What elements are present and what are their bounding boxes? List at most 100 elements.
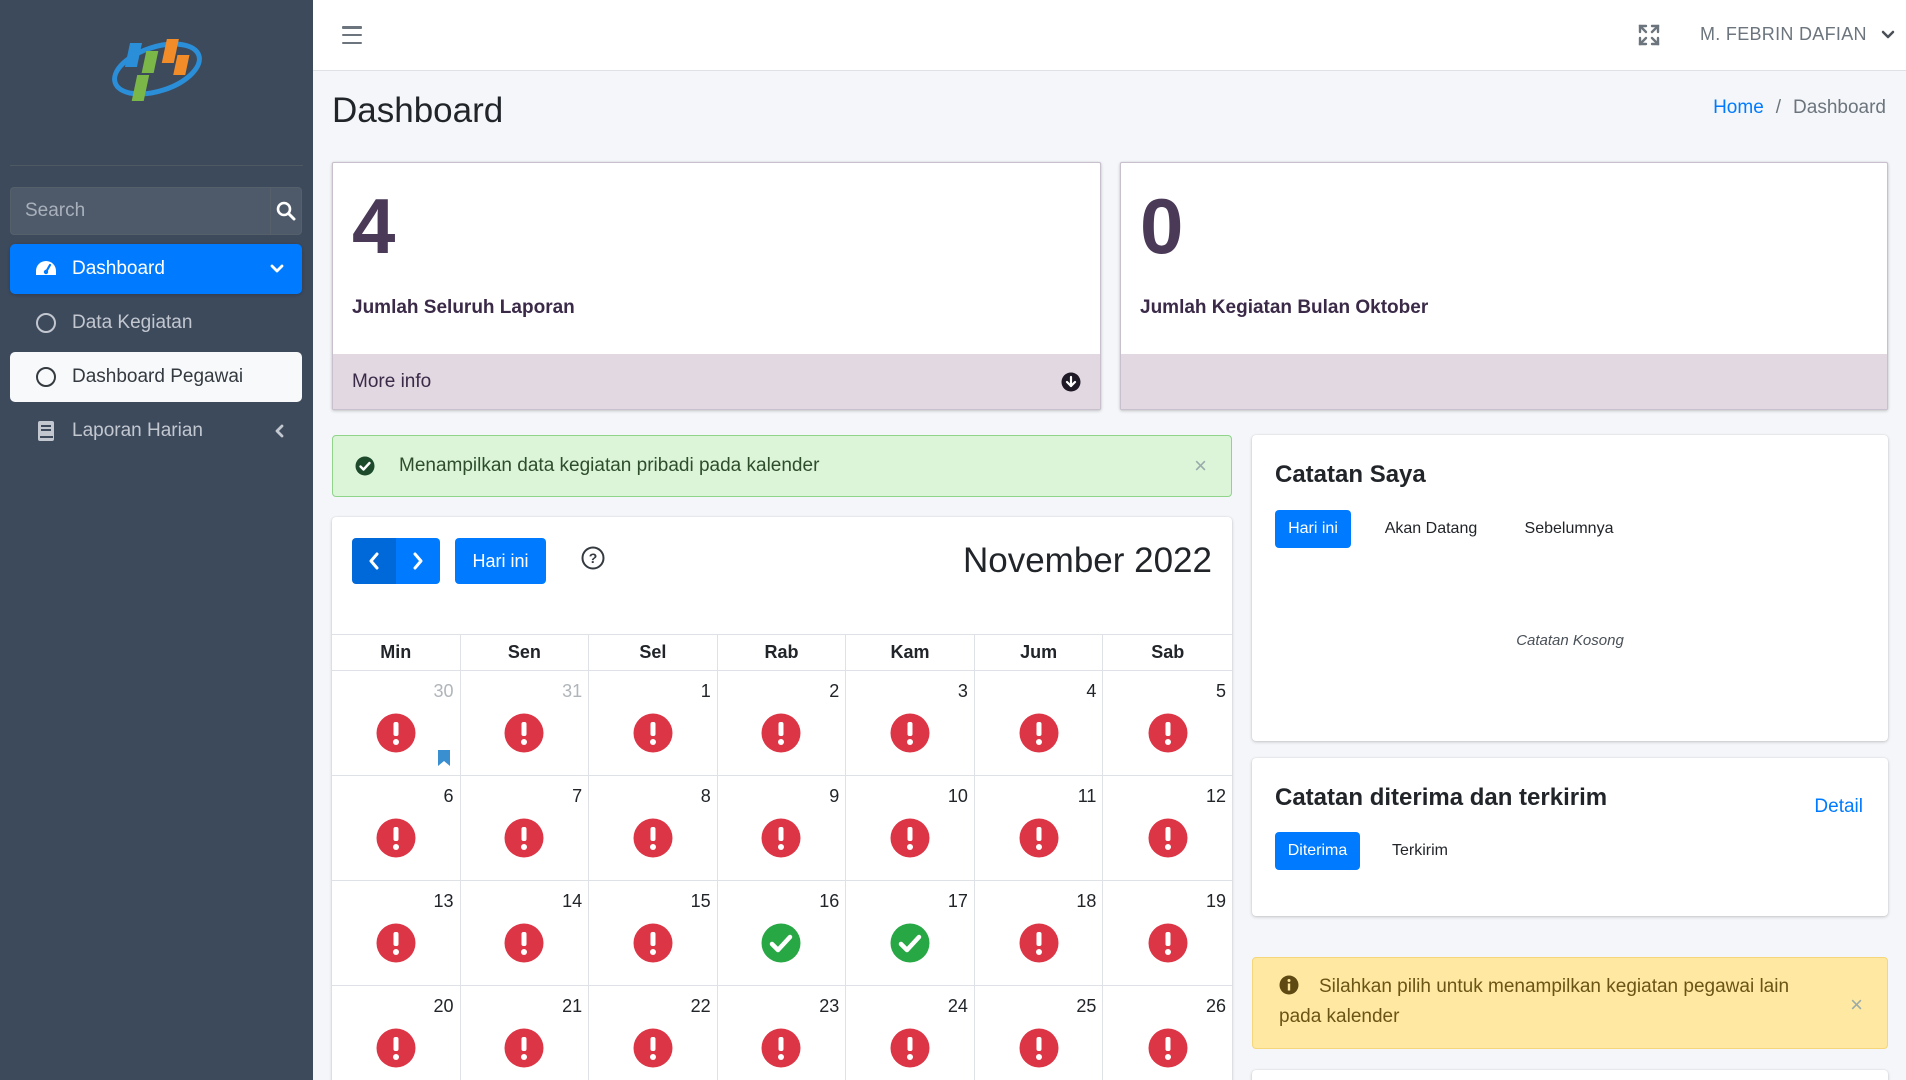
exclamation-circle-icon[interactable] (376, 713, 416, 753)
circle-icon (34, 365, 58, 389)
tab-received[interactable]: Diterima (1275, 832, 1360, 870)
exclamation-circle-icon[interactable] (890, 818, 930, 858)
more-info-link[interactable]: More info (333, 354, 1100, 409)
calendar-prev-button[interactable] (352, 538, 396, 584)
calendar-day[interactable]: 16 (718, 881, 847, 985)
exclamation-circle-icon[interactable] (504, 923, 544, 963)
calendar-day[interactable]: 25 (975, 986, 1104, 1080)
exclamation-circle-icon[interactable] (504, 818, 544, 858)
exclamation-circle-icon[interactable] (633, 713, 673, 753)
search-input[interactable] (10, 187, 270, 235)
exclamation-circle-icon[interactable] (761, 1028, 801, 1068)
calendar-day[interactable]: 31 (461, 671, 590, 775)
calendar-day[interactable]: 3 (846, 671, 975, 775)
user-menu[interactable]: M. FEBRIN DAFIAN (1700, 24, 1895, 45)
day-number: 18 (1076, 891, 1097, 911)
calendar-day[interactable]: 13 (332, 881, 461, 985)
fullscreen-icon[interactable] (1638, 24, 1660, 46)
exclamation-circle-icon[interactable] (761, 818, 801, 858)
exclamation-circle-icon[interactable] (1019, 818, 1059, 858)
sidebar-item-dashboard-pegawai[interactable]: Dashboard Pegawai (10, 352, 302, 402)
day-number: 26 (1205, 996, 1226, 1016)
calendar-day[interactable]: 22 (589, 986, 718, 1080)
sidebar-item-label: Data Kegiatan (72, 312, 193, 333)
calendar-next-button[interactable] (396, 538, 440, 584)
sidebar-item-data-kegiatan[interactable]: Data Kegiatan (10, 298, 302, 348)
calendar-day[interactable]: 11 (975, 776, 1104, 880)
sidebar-item-dashboard[interactable]: Dashboard (10, 244, 302, 294)
check-circle-icon[interactable] (761, 923, 801, 963)
tab-previous[interactable]: Sebelumnya (1510, 510, 1628, 548)
check-circle-icon[interactable] (890, 923, 930, 963)
exclamation-circle-icon[interactable] (376, 818, 416, 858)
calendar-day[interactable]: 14 (461, 881, 590, 985)
calendar-day[interactable]: 9 (718, 776, 847, 880)
calendar-day[interactable]: 30 (332, 671, 461, 775)
calendar-day[interactable]: 6 (332, 776, 461, 880)
calendar-day[interactable]: 12 (1103, 776, 1232, 880)
tab-sent[interactable]: Terkirim (1378, 832, 1462, 870)
calendar-day[interactable]: 20 (332, 986, 461, 1080)
day-number: 23 (819, 996, 840, 1016)
exclamation-circle-icon[interactable] (633, 1028, 673, 1068)
calendar-day[interactable]: 2 (718, 671, 847, 775)
book-icon (34, 419, 58, 443)
alert-text: Silahkan pilih untuk menampilkan kegiata… (1279, 976, 1790, 1027)
calendar-week: 30 31 1 2 3 4 5 (332, 671, 1232, 776)
day-number: 17 (947, 891, 968, 911)
bps-logo[interactable] (105, 29, 209, 113)
calendar-day[interactable]: 18 (975, 881, 1104, 985)
exclamation-circle-icon[interactable] (890, 713, 930, 753)
exclamation-circle-icon[interactable] (633, 923, 673, 963)
bookmark-icon[interactable] (437, 749, 451, 767)
exclamation-circle-icon[interactable] (1148, 818, 1188, 858)
exclamation-circle-icon[interactable] (504, 713, 544, 753)
close-icon[interactable]: × (1194, 453, 1207, 479)
calendar-day[interactable]: 15 (589, 881, 718, 985)
tab-today[interactable]: Hari ini (1275, 510, 1351, 548)
stat-box-monthly-activities: 0 Jumlah Kegiatan Bulan Oktober (1120, 162, 1888, 410)
calendar-today-button[interactable]: Hari ini (455, 538, 546, 584)
calendar-weekday-header: Min Sen Sel Rab Kam Jum Sab (332, 634, 1232, 671)
calendar-week: 20 21 22 23 24 25 26 (332, 986, 1232, 1080)
exclamation-circle-icon[interactable] (1148, 1028, 1188, 1068)
calendar-day[interactable]: 21 (461, 986, 590, 1080)
exclamation-circle-icon[interactable] (1019, 923, 1059, 963)
exclamation-circle-icon[interactable] (1019, 1028, 1059, 1068)
exclamation-circle-icon[interactable] (1019, 713, 1059, 753)
exclamation-circle-icon[interactable] (376, 1028, 416, 1068)
calendar-day[interactable]: 26 (1103, 986, 1232, 1080)
sidebar-item-laporan-harian[interactable]: Laporan Harian (10, 406, 302, 456)
calendar-day[interactable]: 4 (975, 671, 1104, 775)
day-number: 8 (700, 786, 711, 806)
detail-link[interactable]: Detail (1814, 796, 1863, 818)
calendar-day[interactable]: 7 (461, 776, 590, 880)
calendar-day[interactable]: 1 (589, 671, 718, 775)
close-icon[interactable]: × (1850, 990, 1863, 1020)
exclamation-circle-icon[interactable] (1148, 923, 1188, 963)
tab-upcoming[interactable]: Akan Datang (1372, 510, 1490, 548)
search-button[interactable] (270, 187, 302, 235)
calendar-day[interactable]: 23 (718, 986, 847, 1080)
calendar-title: November 2022 (962, 541, 1212, 580)
breadcrumb-home-link[interactable]: Home (1713, 97, 1764, 119)
chevron-down-icon (1881, 30, 1895, 38)
day-number: 5 (1215, 681, 1226, 701)
exclamation-circle-icon[interactable] (376, 923, 416, 963)
menu-toggle-icon[interactable] (342, 26, 362, 44)
exclamation-circle-icon[interactable] (890, 1028, 930, 1068)
question-circle-icon[interactable]: ? (581, 546, 605, 570)
exclamation-circle-icon[interactable] (761, 713, 801, 753)
sidebar-nav: Dashboard Data Kegiatan Dashboard Pegawa… (10, 244, 302, 460)
calendar-day[interactable]: 17 (846, 881, 975, 985)
exclamation-circle-icon[interactable] (633, 818, 673, 858)
calendar-day[interactable]: 10 (846, 776, 975, 880)
calendar-day[interactable]: 24 (846, 986, 975, 1080)
success-alert: Menampilkan data kegiatan pribadi pada k… (332, 435, 1232, 497)
calendar-day[interactable]: 8 (589, 776, 718, 880)
calendar-day[interactable]: 5 (1103, 671, 1232, 775)
stat-box-total-reports: 4 Jumlah Seluruh Laporan More info (332, 162, 1101, 410)
calendar-day[interactable]: 19 (1103, 881, 1232, 985)
exclamation-circle-icon[interactable] (504, 1028, 544, 1068)
exclamation-circle-icon[interactable] (1148, 713, 1188, 753)
